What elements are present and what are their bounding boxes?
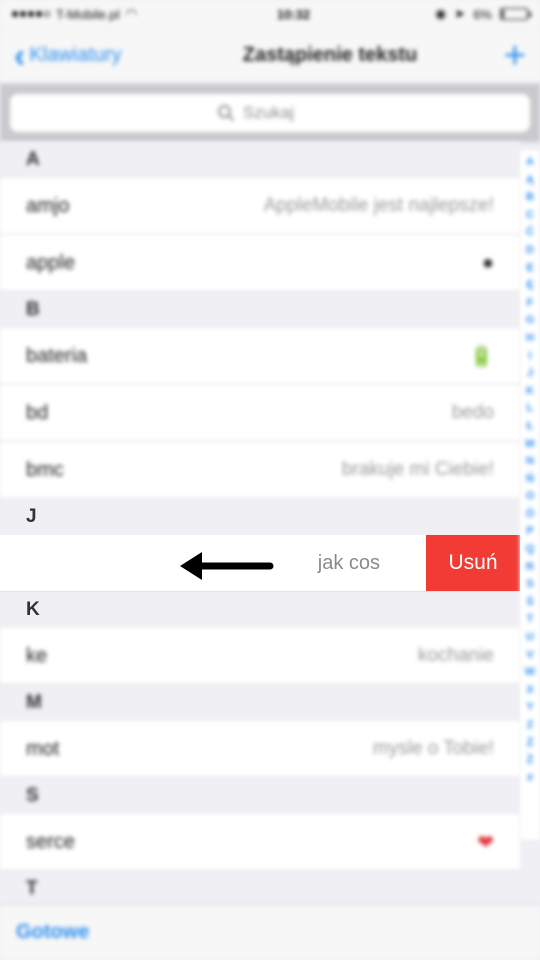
- index-letter[interactable]: Z: [527, 717, 534, 735]
- list-item[interactable]: serce ❤: [0, 814, 520, 871]
- replacement-list: A amjo AppleMobile jest najlepsze! apple…: [0, 142, 520, 907]
- section-header-k: K: [0, 592, 520, 628]
- index-letter[interactable]: S: [526, 576, 533, 594]
- wifi-icon: ◠: [125, 6, 137, 21]
- section-index[interactable]: A Ą B C Ć D E Ę F G H I J K L Ł M N Ń O Ó P Q R S Ś T U V W X Y Z Ź Ż #: [520, 150, 540, 840]
- index-letter[interactable]: Ę: [526, 277, 533, 295]
- section-header-t: T: [0, 871, 520, 907]
- orientation-lock-icon: ◉: [434, 6, 447, 21]
- search-icon: [218, 105, 234, 121]
- index-letter[interactable]: U: [526, 629, 534, 647]
- status-left: T-Mobile.pl ◠: [12, 6, 212, 22]
- index-letter[interactable]: Ź: [527, 735, 534, 753]
- status-bar: T-Mobile.pl ◠ 10:32 ◉ ➤ 6%: [0, 0, 540, 28]
- search-bar: [0, 84, 540, 142]
- index-letter[interactable]: P: [526, 523, 533, 541]
- shortcut-label: mot: [26, 737, 60, 760]
- index-letter[interactable]: D: [526, 242, 534, 260]
- navigation-bar: ‹ Klawiatury Zastąpienie tekstu +: [0, 28, 540, 84]
- battery-percent: 6%: [473, 6, 492, 22]
- delete-button[interactable]: Usuń: [426, 535, 520, 591]
- index-letter[interactable]: N: [526, 453, 534, 471]
- index-letter[interactable]: #: [527, 770, 533, 788]
- list-item[interactable]: bateria 🔋: [0, 328, 520, 385]
- index-letter[interactable]: Ć: [526, 224, 534, 242]
- shortcut-label: bateria: [26, 344, 88, 367]
- index-letter[interactable]: H: [526, 330, 534, 348]
- index-letter[interactable]: B: [526, 189, 534, 207]
- phrase-label: bedo: [451, 402, 494, 423]
- section-header-b: B: [0, 292, 520, 328]
- status-time: 10:32: [276, 6, 311, 22]
- list-item[interactable]: amjo AppleMobile jest najlepsze!: [0, 178, 520, 235]
- signal-strength-icon: [12, 11, 50, 17]
- search-input[interactable]: [243, 103, 323, 123]
- index-letter[interactable]: A: [526, 154, 534, 172]
- section-header-m: M: [0, 685, 520, 721]
- index-letter[interactable]: O: [526, 488, 535, 506]
- shortcut-label: serce: [26, 830, 75, 853]
- index-letter[interactable]: Ś: [526, 594, 533, 612]
- list-item[interactable]: apple ●: [0, 235, 520, 292]
- done-button[interactable]: Gotowe: [16, 921, 89, 944]
- back-button[interactable]: ‹ Klawiatury: [14, 39, 174, 73]
- list-item[interactable]: bmc brakuje mi Ciebie!: [0, 442, 520, 499]
- index-letter[interactable]: I: [528, 348, 531, 366]
- add-icon[interactable]: +: [486, 37, 526, 75]
- shortcut-label: apple: [26, 251, 75, 274]
- phrase-label: brakuje mi Ciebie!: [341, 459, 494, 480]
- search-field[interactable]: [10, 94, 530, 132]
- list-item[interactable]: mot mysle o Tobie!: [0, 721, 520, 778]
- section-header-s: S: [0, 778, 520, 814]
- carrier-label: T-Mobile.pl: [56, 6, 120, 22]
- index-letter[interactable]: R: [526, 559, 534, 577]
- battery-icon: [500, 8, 531, 20]
- section-header-j: J: [0, 499, 520, 535]
- index-letter[interactable]: Q: [526, 541, 535, 559]
- index-letter[interactable]: C: [526, 207, 534, 225]
- apple-logo-icon: ●: [481, 251, 494, 274]
- index-letter[interactable]: Ó: [526, 506, 535, 524]
- index-letter[interactable]: K: [526, 383, 534, 401]
- phrase-label: AppleMobile jest najlepsze!: [263, 195, 494, 216]
- location-icon: ➤: [454, 6, 466, 21]
- index-letter[interactable]: E: [526, 260, 533, 278]
- index-letter[interactable]: Ą: [526, 172, 534, 190]
- index-letter[interactable]: G: [526, 312, 535, 330]
- list-item[interactable]: bd bedo: [0, 385, 520, 442]
- battery-emoji-icon: 🔋: [469, 345, 494, 368]
- arrow-left-icon: [180, 552, 274, 580]
- phrase-label: kochanie: [417, 645, 494, 666]
- page-title: Zastąpienie tekstu: [242, 44, 418, 66]
- status-right: ◉ ➤ 6%: [434, 6, 531, 22]
- index-letter[interactable]: T: [527, 611, 534, 629]
- back-label: Klawiatury: [29, 44, 122, 66]
- shortcut-label: ke: [26, 644, 48, 667]
- section-header-a: A: [0, 142, 520, 178]
- shortcut-label: amjo: [26, 194, 70, 217]
- index-letter[interactable]: Y: [526, 699, 533, 717]
- shortcut-label: bmc: [26, 458, 64, 481]
- index-letter[interactable]: W: [525, 664, 535, 682]
- chevron-left-icon: ‹: [14, 36, 26, 75]
- phrase-label: mysle o Tobie!: [372, 738, 494, 759]
- bottom-toolbar: Gotowe: [0, 904, 540, 960]
- shortcut-label: bd: [26, 401, 49, 424]
- index-letter[interactable]: J: [527, 365, 533, 383]
- list-item[interactable]: ke kochanie: [0, 628, 520, 685]
- index-letter[interactable]: M: [525, 436, 534, 454]
- index-letter[interactable]: Ż: [527, 752, 534, 770]
- index-letter[interactable]: Ń: [526, 471, 534, 489]
- index-letter[interactable]: F: [527, 295, 534, 313]
- heart-icon: ❤: [477, 831, 494, 854]
- index-letter[interactable]: L: [527, 400, 534, 418]
- index-letter[interactable]: Ł: [527, 418, 534, 436]
- index-letter[interactable]: X: [526, 682, 533, 700]
- index-letter[interactable]: V: [526, 647, 533, 665]
- phrase-label: jak cos: [317, 551, 380, 574]
